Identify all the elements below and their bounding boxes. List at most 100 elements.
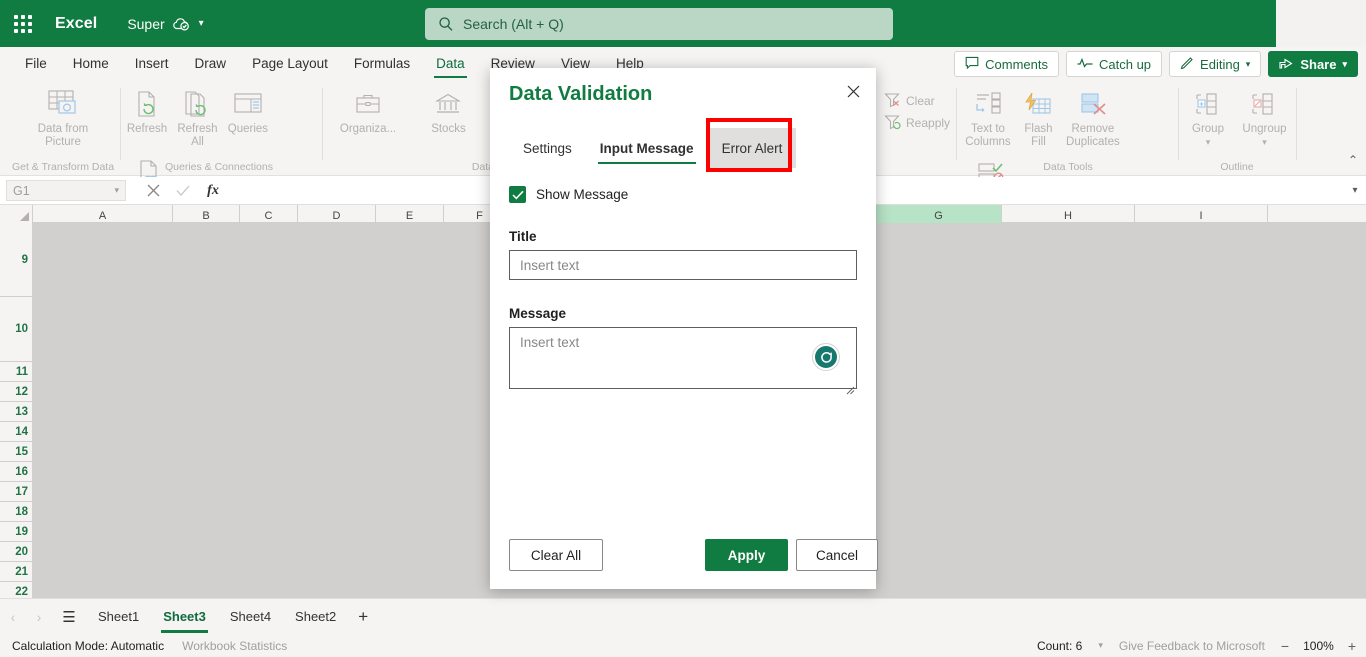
sheet-tab-sheet4[interactable]: Sheet4 <box>218 599 283 635</box>
dialog-body: Show Message Title Message <box>509 178 857 395</box>
reapply-button[interactable]: Reapply <box>880 112 952 134</box>
column-header-c[interactable]: C <box>240 205 298 223</box>
ribbon-tab-file[interactable]: File <box>12 47 60 80</box>
confirm-icon[interactable] <box>168 179 198 203</box>
count-chevron-down-icon[interactable]: ▾ <box>1098 640 1103 651</box>
collapse-ribbon-caret-icon[interactable]: ⌃ <box>1348 153 1358 167</box>
show-message-checkbox[interactable] <box>509 186 526 203</box>
organization-button[interactable]: Organiza... <box>330 80 406 136</box>
column-header-a[interactable]: A <box>33 205 173 223</box>
show-message-row[interactable]: Show Message <box>509 186 857 203</box>
row-header-12[interactable]: 12 <box>0 382 33 402</box>
comments-button[interactable]: Comments <box>954 51 1059 77</box>
cloud-saved-icon[interactable] <box>172 17 190 31</box>
expand-formula-bar-chevron-icon[interactable]: ▾ <box>1344 185 1366 196</box>
ribbon-actions: Comments Catch up Editing ▾ Share ▾ <box>954 51 1358 77</box>
file-name[interactable]: Super <box>127 16 164 32</box>
organization-icon <box>354 88 382 120</box>
show-message-label: Show Message <box>536 187 629 202</box>
chevron-right-icon[interactable]: › <box>26 609 52 625</box>
ribbon-tab-page-layout[interactable]: Page Layout <box>239 47 341 80</box>
ribbon-tab-draw[interactable]: Draw <box>182 47 240 80</box>
select-all-corner[interactable] <box>0 205 33 223</box>
app-launcher-icon[interactable] <box>0 0 46 47</box>
row-header-10[interactable]: 10 <box>0 297 33 362</box>
data-from-picture-button[interactable]: Data from Picture <box>8 80 118 149</box>
chevron-down-icon: ▾ <box>1245 58 1251 69</box>
ungroup-button[interactable]: Ungroup ▾ <box>1238 80 1290 149</box>
name-box[interactable]: G1 ▾ <box>6 180 126 201</box>
column-header-i[interactable]: I <box>1135 205 1268 223</box>
activity-icon <box>1077 57 1093 72</box>
clear-all-button[interactable]: Clear All <box>509 539 603 571</box>
row-header-18[interactable]: 18 <box>0 502 33 522</box>
row-header-15[interactable]: 15 <box>0 442 33 462</box>
stocks-label: Stocks <box>431 123 466 135</box>
catch-up-button[interactable]: Catch up <box>1066 51 1163 77</box>
title-input[interactable] <box>509 250 857 280</box>
ribbon-tab-home[interactable]: Home <box>60 47 122 80</box>
column-header-e[interactable]: E <box>376 205 444 223</box>
refresh-all-button[interactable]: Refresh All <box>174 80 220 149</box>
row-header-20[interactable]: 20 <box>0 542 33 562</box>
column-header-b[interactable]: B <box>173 205 240 223</box>
row-header-11[interactable]: 11 <box>0 362 33 382</box>
apply-button[interactable]: Apply <box>705 539 788 571</box>
search-container <box>425 8 893 40</box>
chevron-down-icon[interactable]: ▾ <box>1206 136 1211 149</box>
insert-function-icon[interactable]: fx <box>198 179 228 203</box>
sheet-tab-sheet2[interactable]: Sheet2 <box>283 599 348 635</box>
calculation-mode-label[interactable]: Calculation Mode: Automatic <box>12 639 164 653</box>
zoom-out-button[interactable]: − <box>1281 638 1289 654</box>
chevron-down-icon: ▾ <box>1342 58 1347 69</box>
add-sheet-plus-icon[interactable]: + <box>348 607 378 627</box>
workbook-statistics-label[interactable]: Workbook Statistics <box>182 639 287 653</box>
chevron-left-icon[interactable]: ‹ <box>0 609 26 625</box>
all-sheets-icon[interactable]: ☰ <box>52 608 86 626</box>
text-to-columns-button[interactable]: Text to Columns <box>962 80 1014 149</box>
row-header-17[interactable]: 17 <box>0 482 33 502</box>
stocks-button[interactable]: Stocks <box>410 80 486 136</box>
queries-button[interactable]: Queries <box>225 80 271 136</box>
row-header-16[interactable]: 16 <box>0 462 33 482</box>
zoom-in-button[interactable]: + <box>1348 638 1356 654</box>
row-header-14[interactable]: 14 <box>0 422 33 442</box>
sheet-tab-sheet1[interactable]: Sheet1 <box>86 599 151 635</box>
file-menu-chevron-down-icon[interactable]: ▾ <box>199 18 204 29</box>
column-header-h[interactable]: H <box>1002 205 1135 223</box>
tab-settings[interactable]: Settings <box>509 128 586 168</box>
cancel-button[interactable]: Cancel <box>796 539 878 571</box>
row-header-13[interactable]: 13 <box>0 402 33 422</box>
message-textarea[interactable] <box>509 327 857 389</box>
column-header-g[interactable]: G <box>876 205 1002 223</box>
column-header-d[interactable]: D <box>298 205 376 223</box>
row-header-19[interactable]: 19 <box>0 522 33 542</box>
title-bar: Excel Super ▾ <box>0 0 1366 47</box>
cancel-icon[interactable] <box>138 179 168 203</box>
sheet-tab-sheet3[interactable]: Sheet3 <box>151 599 218 635</box>
tab-error-alert[interactable]: Error Alert <box>707 128 797 168</box>
remove-duplicates-button[interactable]: Remove Duplicates <box>1063 80 1123 149</box>
ribbon-tab-insert[interactable]: Insert <box>122 47 182 80</box>
row-header-9[interactable]: 9 <box>0 223 33 297</box>
app-name[interactable]: Excel <box>55 15 97 33</box>
row-header-22[interactable]: 22 <box>0 582 33 598</box>
count-label[interactable]: Count: 6 <box>1037 639 1082 653</box>
share-button[interactable]: Share ▾ <box>1268 51 1358 77</box>
flash-fill-button[interactable]: Flash Fill <box>1018 80 1058 149</box>
ungroup-label: Ungroup <box>1242 123 1287 135</box>
close-icon[interactable] <box>838 76 868 106</box>
group-label: Group <box>1192 123 1224 135</box>
row-header-21[interactable]: 21 <box>0 562 33 582</box>
ribbon-tab-formulas[interactable]: Formulas <box>341 47 423 80</box>
chevron-down-icon[interactable]: ▾ <box>1262 136 1267 149</box>
group-button[interactable]: Group ▾ <box>1182 80 1234 149</box>
search-input[interactable] <box>425 8 893 40</box>
refresh-button[interactable]: Refresh <box>124 80 170 136</box>
editing-button[interactable]: Editing ▾ <box>1169 51 1262 77</box>
tab-input-message[interactable]: Input Message <box>586 128 708 168</box>
zoom-level-label[interactable]: 100% <box>1303 639 1334 653</box>
ribbon-tab-data[interactable]: Data <box>423 47 478 80</box>
feedback-label[interactable]: Give Feedback to Microsoft <box>1119 639 1265 653</box>
clear-button[interactable]: Clear <box>880 90 952 112</box>
